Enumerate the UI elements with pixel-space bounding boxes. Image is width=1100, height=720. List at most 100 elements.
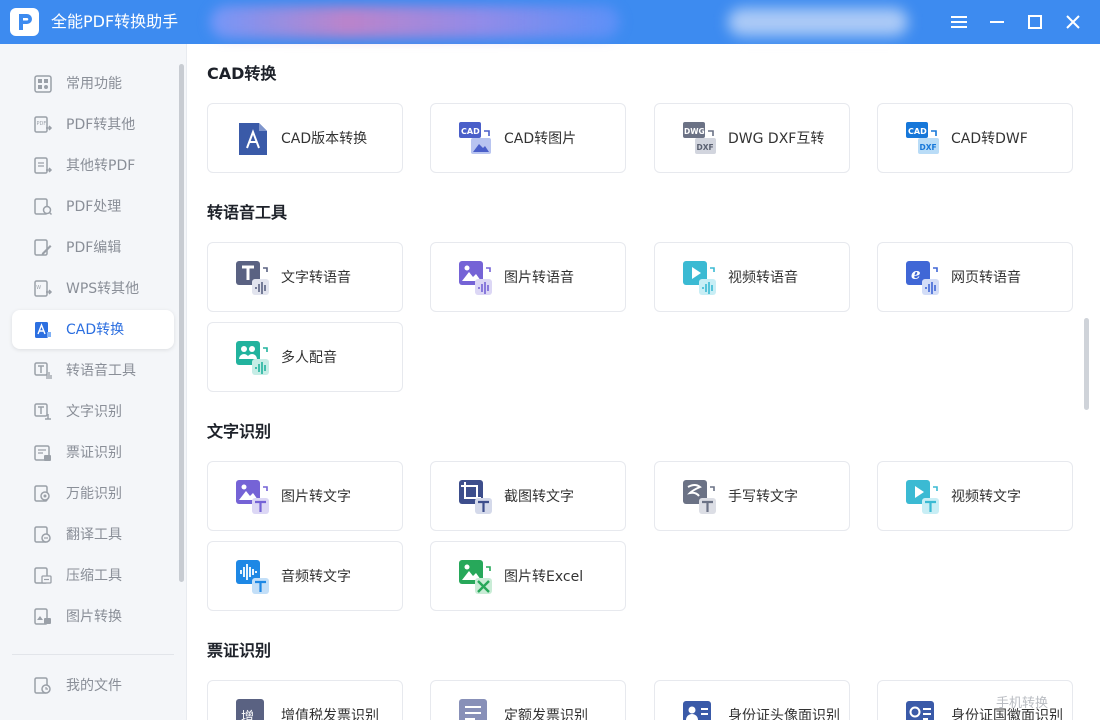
close-icon [1066,15,1080,29]
audio-to-text-icon [236,560,269,594]
image-convert-icon [34,608,51,625]
sidebar-item-label: 转语音工具 [66,363,136,379]
card-handwriting-to-text[interactable]: 手写转文字 [654,461,850,531]
card-label: 音频转文字 [281,569,351,585]
card-text-to-voice[interactable]: 文字转语音 [207,242,403,312]
card-video-to-text[interactable]: 视频转文字 [877,461,1073,531]
quota-invoice-icon [459,699,487,720]
card-label: 图片转语音 [504,270,574,286]
sidebar-item-pdf-edit[interactable]: PDF编辑 [12,228,174,267]
card-image-to-excel[interactable]: 图片转Excel [430,541,626,611]
minimize-icon [990,21,1004,23]
pdf-edit-icon [34,239,52,256]
sidebar-item-label: 图片转换 [66,609,122,625]
card-id-front[interactable]: 身份证头像面识别 [654,680,850,720]
sidebar-item-universal[interactable]: 万能识别 [12,474,174,513]
main-content: CAD转换 CAD版本转换 CAD CAD转图片 DWG DXF DWG DXF互… [187,44,1100,720]
menu-icon [951,16,967,28]
sidebar-item-other-to-pdf[interactable]: 其他转PDF [12,146,174,185]
card-label: 手写转文字 [728,489,798,505]
id-back-icon [906,701,934,720]
card-vat-invoice[interactable]: 增 增值税发票识别 [207,680,403,720]
sidebar-item-label: 我的文件 [66,678,122,694]
card-quota-invoice[interactable]: 定额发票识别 [430,680,626,720]
video-to-voice-icon [683,261,716,295]
sidebar-item-label: 票证识别 [66,445,122,461]
card-label: 截图转文字 [504,489,574,505]
id-front-icon [683,701,711,720]
translate-icon [34,526,51,543]
card-label: 图片转文字 [281,489,351,505]
card-label: 图片转Excel [504,569,584,585]
screenshot-to-text-icon [459,480,492,514]
menu-button[interactable] [947,10,971,34]
sidebar-item-label: CAD转换 [66,322,125,338]
maximize-icon [1028,15,1042,29]
section-title-ticket: 票证识别 [207,641,272,660]
sidebar-item-ocr[interactable]: 文字识别 [12,392,174,431]
text-to-voice-icon [236,261,269,295]
sidebar-item-label: 常用功能 [66,76,122,92]
my-files-icon [34,677,51,694]
svg-text:e: e [911,265,921,283]
text-recognition-icon [34,403,51,420]
pdf-to-other-icon: PDF [34,116,53,133]
svg-text:DWG: DWG [684,127,705,136]
sidebar-item-label: 其他转PDF [66,158,136,174]
sidebar-item-tts[interactable]: 转语音工具 [12,351,174,390]
card-label: 网页转语音 [951,270,1021,286]
svg-text:增: 增 [241,710,254,720]
card-label: 视频转文字 [951,489,1021,505]
card-label: 增值税发票识别 [281,708,379,720]
sidebar-item-pdf-to-other[interactable]: PDF PDF转其他 [12,105,174,144]
image-to-excel-icon [459,560,492,594]
card-cad-to-dwf[interactable]: CAD DXF CAD转DWF [877,103,1073,173]
wps-to-other-icon: W [34,280,53,297]
card-web-to-voice[interactable]: e 网页转语音 [877,242,1073,312]
sidebar-item-my-files[interactable]: 我的文件 [12,666,174,705]
card-dwg-dxf[interactable]: DWG DXF DWG DXF互转 [654,103,850,173]
common-functions-icon [34,75,52,93]
web-to-voice-icon: e [906,261,939,295]
sidebar-item-pdf-process[interactable]: PDF处理 [12,187,174,226]
multi-voice-icon [236,341,269,375]
sidebar-item-translate[interactable]: 翻译工具 [12,515,174,554]
sidebar-item-ticket[interactable]: 票证识别 [12,433,174,472]
svg-text:W: W [36,285,41,291]
card-image-to-voice[interactable]: 图片转语音 [430,242,626,312]
close-button[interactable] [1061,10,1085,34]
sidebar-item-label: PDF编辑 [66,240,122,256]
card-multi-voice[interactable]: 多人配音 [207,322,403,392]
sidebar-item-label: 压缩工具 [66,568,122,584]
section-title-ocr: 文字识别 [207,422,272,441]
card-video-to-voice[interactable]: 视频转语音 [654,242,850,312]
video-to-text-icon [906,480,939,514]
sidebar-item-wps-to-other[interactable]: W WPS转其他 [12,269,174,308]
card-label: 文字转语音 [281,270,351,286]
sidebar-item-compress[interactable]: 压缩工具 [12,556,174,595]
dwg-dxf-icon: DWG DXF [683,122,716,154]
sidebar-item-image-convert[interactable]: 图片转换 [12,597,174,636]
card-screenshot-to-text[interactable]: 截图转文字 [430,461,626,531]
card-label: CAD转DWF [951,131,1028,147]
sidebar-item-cad[interactable]: CAD转换 [12,310,174,349]
card-label: 视频转语音 [728,270,798,286]
pdf-process-icon [34,198,53,216]
card-cad-to-image[interactable]: CAD CAD转图片 [430,103,626,173]
sidebar-item-label: 翻译工具 [66,527,122,543]
sidebar-item-label: WPS转其他 [66,281,140,297]
handwriting-to-text-icon [683,480,716,514]
other-to-pdf-icon [34,157,53,174]
blurred-account [728,8,908,36]
card-cad-version[interactable]: CAD版本转换 [207,103,403,173]
sidebar-scrollbar[interactable] [179,64,184,582]
maximize-button[interactable] [1023,10,1047,34]
minimize-button[interactable] [985,10,1009,34]
card-label: 身份证头像面识别 [728,708,840,720]
main-scrollbar[interactable] [1084,318,1089,410]
card-audio-to-text[interactable]: 音频转文字 [207,541,403,611]
compress-icon [34,567,52,584]
sidebar-item-common[interactable]: 常用功能 [12,64,174,103]
card-image-to-text[interactable]: 图片转文字 [207,461,403,531]
cad-to-image-icon: CAD [459,122,491,154]
